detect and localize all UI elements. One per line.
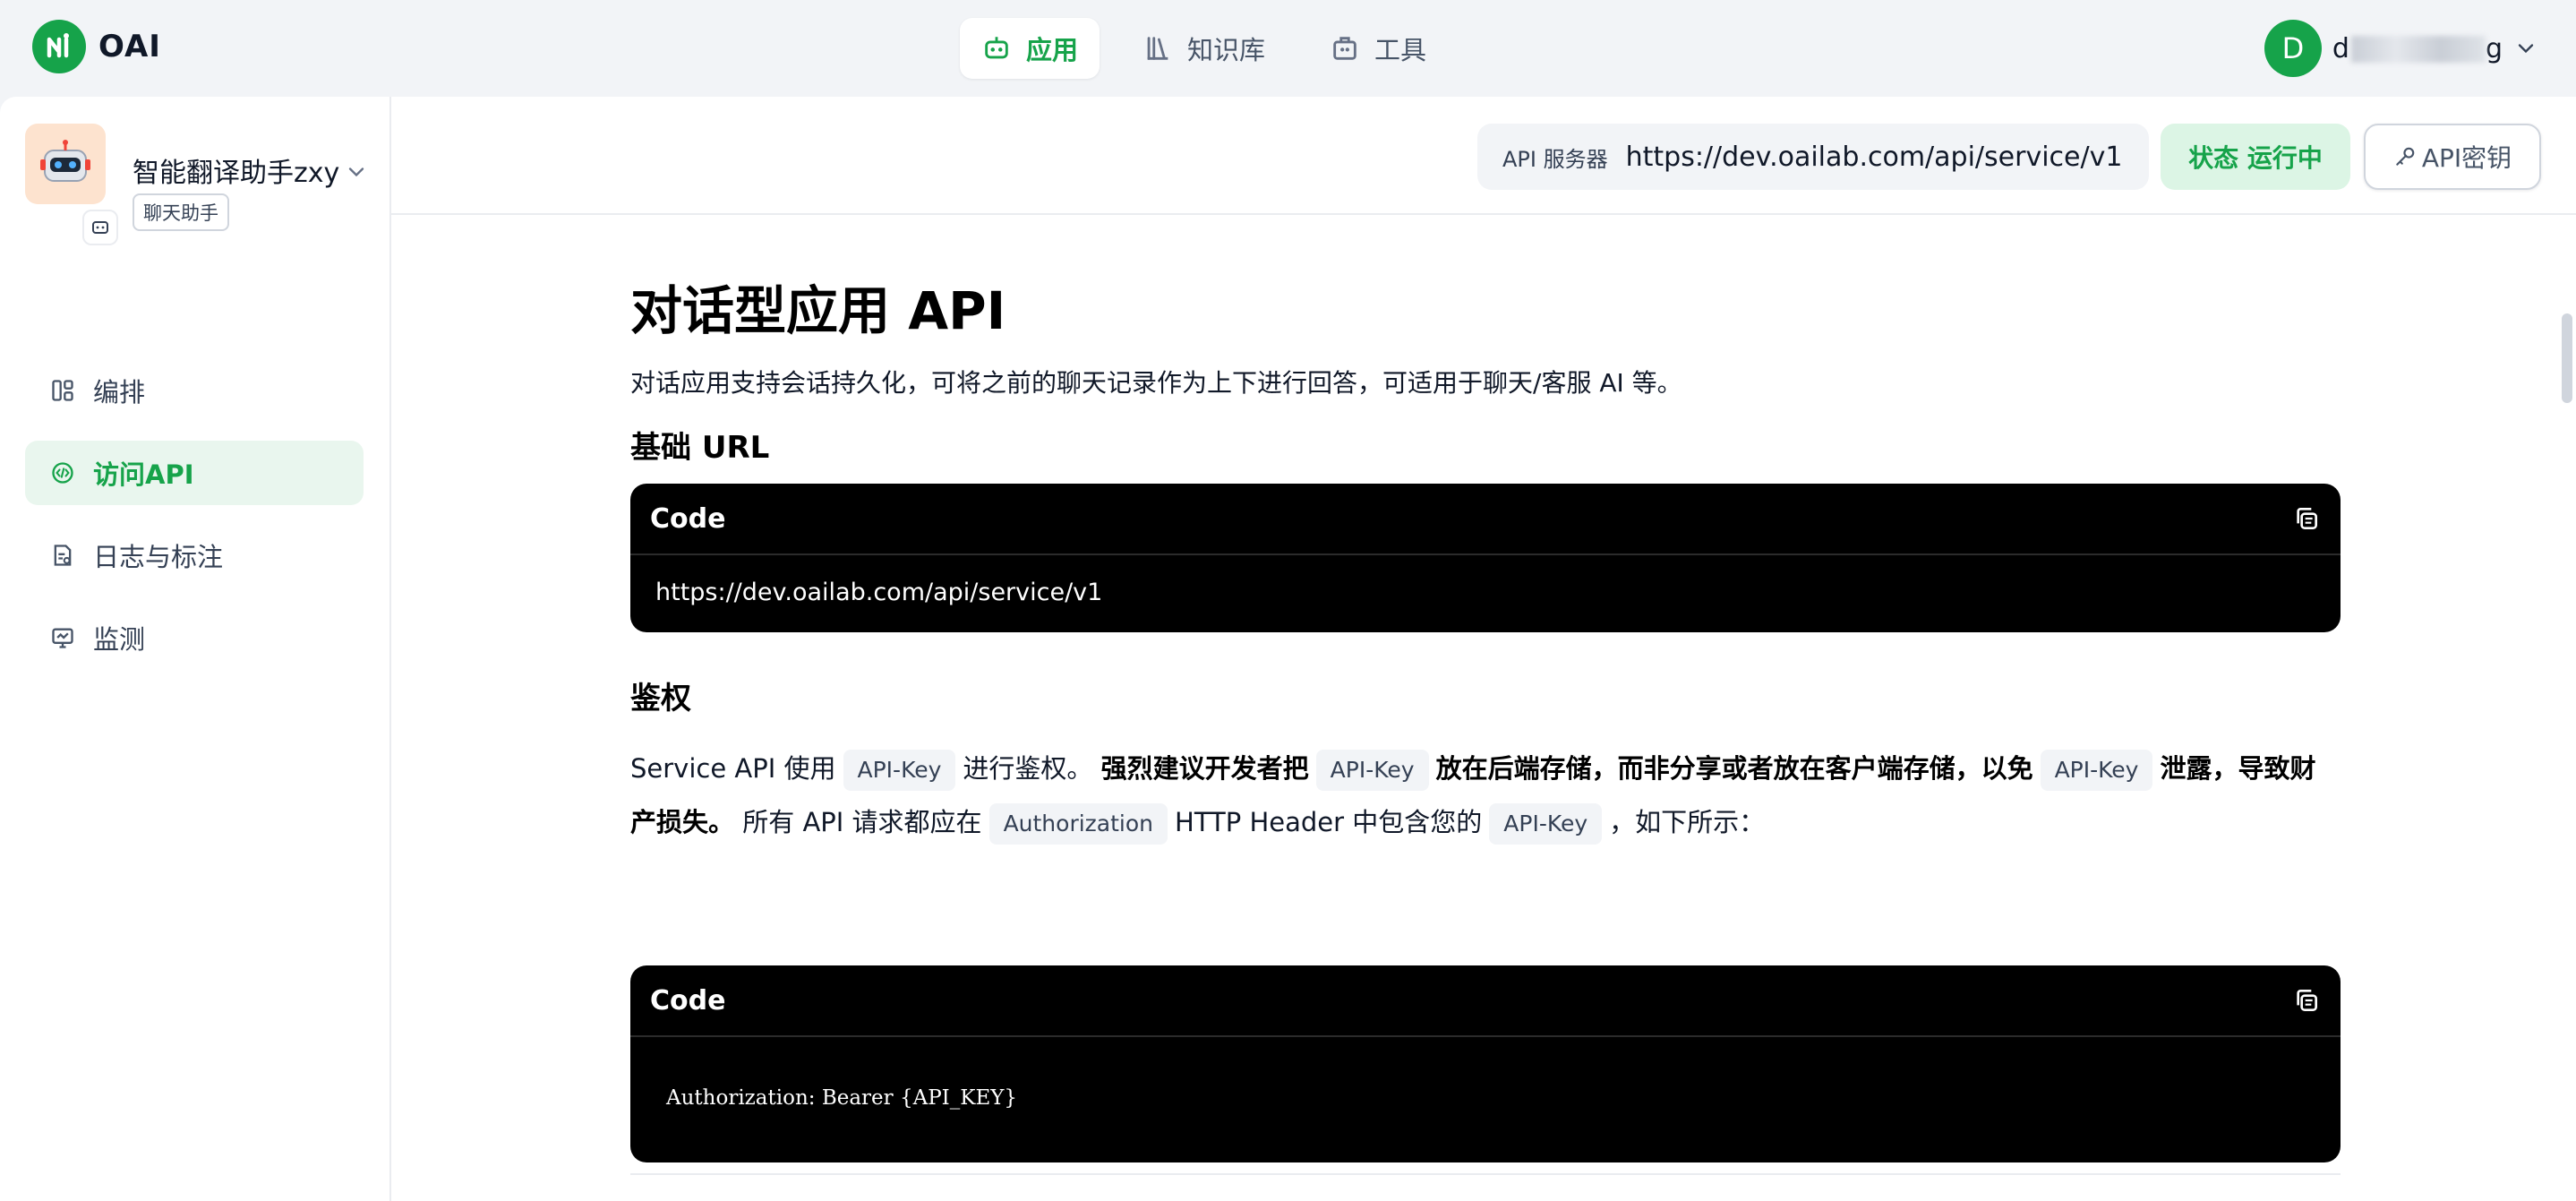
code-label: Code	[650, 984, 726, 1017]
code-label: Code	[650, 502, 726, 535]
app-selector[interactable]: 智能翻译助手zxy 聊天助手	[25, 124, 374, 245]
inline-code: API-Key	[1489, 803, 1603, 845]
api-server-url: https://dev.oailab.com/api/service/v1	[1625, 141, 2123, 173]
auth-text: 所有 API 请求都应在	[742, 807, 982, 837]
nav-tab-knowledge[interactable]: 知识库	[1121, 18, 1287, 79]
auth-text: Service API 使用	[630, 753, 836, 784]
base-url-code: https://dev.oailab.com/api/service/v1	[655, 579, 1103, 606]
code-header: Code	[630, 965, 2341, 1037]
log-icon	[54, 545, 72, 566]
api-key-button-label: API密钥	[2421, 143, 2512, 173]
api-icon	[52, 462, 73, 484]
auth-description: Service API 使用 API-Key 进行鉴权。 强烈建议开发者把 API-K…	[630, 742, 2341, 849]
inline-code: API-Key	[1315, 750, 1429, 791]
copy-icon[interactable]	[2292, 986, 2321, 1015]
nav-tab-label: 知识库	[1187, 35, 1266, 65]
auth-code-block: Code Authorization: Bearer {API_KEY}	[630, 965, 2341, 1162]
monitor-icon	[52, 628, 73, 648]
sidebar-item-label: 编排	[93, 377, 146, 407]
sidebar-item-label: 日志与标注	[93, 542, 224, 572]
toolbox-icon	[1333, 37, 1356, 60]
main-panel: API 服务器 https://dev.oailab.com/api/servi…	[391, 97, 2576, 1201]
inline-code: Authorization	[988, 803, 1168, 845]
code-header: Code	[630, 484, 2341, 555]
inline-code: API-Key	[2040, 750, 2153, 791]
nav-tab-apps[interactable]: 应用	[960, 18, 1100, 79]
auth-text: HTTP Header 中包含您的	[1175, 807, 1483, 837]
content-scrollbar[interactable]	[2556, 215, 2576, 1201]
base-url-heading: 基础 URL	[630, 430, 770, 466]
app-name: 智能翻译助手zxy	[133, 158, 340, 189]
scroll-thumb[interactable]	[2562, 313, 2572, 403]
auth-warning: 放在后端存储，而非分享或者放在客户端存储，以免	[1435, 753, 2033, 784]
sidebar-item-orchestrate[interactable]: 编排	[25, 358, 364, 423]
intro-text: 对话应用支持会话持久化，可将之前的聊天记录作为上下进行回答，可适用于聊天/客服 …	[630, 368, 1682, 398]
sidebar-item-api[interactable]: 访问API	[25, 441, 364, 505]
app-type-tag: 聊天助手	[133, 193, 229, 231]
sidebar-menu: 编排 访问API 日志与标注 监测	[25, 358, 364, 688]
api-server-label: API 服务器	[1502, 146, 1608, 172]
layout-icon	[52, 380, 73, 401]
key-icon	[2396, 147, 2415, 166]
api-server-box: API 服务器 https://dev.oailab.com/api/servi…	[1477, 124, 2149, 190]
sidebar-item-label: 访问API	[93, 459, 194, 490]
status-badge: 状态 运行中	[2161, 124, 2350, 190]
chevron-down-icon[interactable]	[344, 159, 369, 184]
inline-code: API-Key	[843, 750, 956, 791]
chevron-down-icon	[2518, 44, 2534, 54]
chat-bot-badge	[82, 210, 118, 245]
auth-code: Authorization: Bearer {API_KEY}	[666, 1086, 1018, 1110]
sidebar-item-label: 监测	[93, 624, 146, 655]
oai-logo-icon	[32, 20, 86, 73]
brand-name: OAI	[98, 29, 161, 64]
page-title: 对话型应用 API	[630, 280, 1006, 341]
sidebar-item-logs[interactable]: 日志与标注	[25, 523, 364, 588]
auth-text: ，如下所示：	[1609, 807, 1766, 837]
auth-heading: 鉴权	[630, 681, 691, 716]
books-icon	[1147, 37, 1168, 60]
redacted-name	[2350, 36, 2486, 63]
copy-icon[interactable]	[2292, 504, 2321, 533]
sidebar: 智能翻译助手zxy 聊天助手 编排 访问API 日志与标注 监测	[0, 97, 391, 1201]
app-avatar	[25, 124, 106, 204]
bot-badge-icon	[92, 221, 108, 234]
api-key-button[interactable]: API密钥	[2364, 124, 2541, 190]
nav-tab-label: 工具	[1374, 35, 1427, 65]
auth-warning: 强烈建议开发者把	[1100, 753, 1309, 784]
robot-avatar-icon	[40, 140, 90, 182]
base-url-code-block: Code https://dev.oailab.com/api/service/…	[630, 484, 2341, 632]
user-menu[interactable]: D dg	[2264, 20, 2538, 77]
main-nav: 应用 知识库 工具	[960, 18, 1448, 79]
brand-logo[interactable]: OAI	[32, 20, 161, 73]
nav-tab-label: 应用	[1026, 35, 1079, 65]
auth-text: 进行鉴权。	[963, 753, 1093, 784]
main-header: API 服务器 https://dev.oailab.com/api/servi…	[391, 97, 2576, 215]
section-divider	[630, 1173, 2341, 1175]
robot-icon	[985, 37, 1008, 59]
top-bar: OAI 应用 知识库 工具 D d g	[0, 0, 2576, 97]
nav-tab-tools[interactable]: 工具	[1308, 18, 1448, 79]
user-name: dg	[2332, 32, 2503, 64]
user-avatar: D	[2264, 20, 2322, 77]
sidebar-item-monitor[interactable]: 监测	[25, 605, 364, 670]
